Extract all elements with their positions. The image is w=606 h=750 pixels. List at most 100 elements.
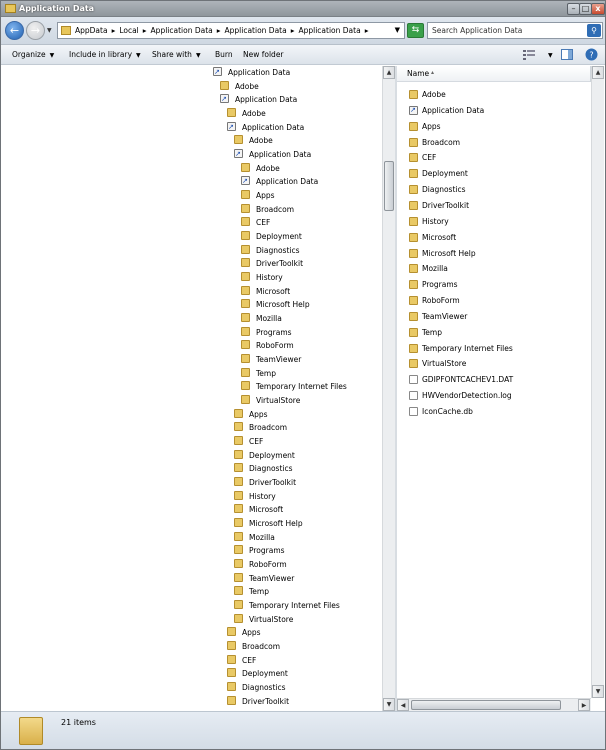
- tree-item[interactable]: Apps: [241, 190, 275, 202]
- tree-item[interactable]: Diagnostics: [241, 244, 300, 257]
- tree-item[interactable]: Adobe: [220, 80, 259, 93]
- list-item[interactable]: HWVendorDetection.log3/: [397, 388, 591, 404]
- tree-item[interactable]: Mozilla: [241, 313, 282, 325]
- file-list-horizontal-scrollbar[interactable]: ◀ ▶: [397, 698, 591, 711]
- scroll-thumb[interactable]: [384, 161, 394, 211]
- scroll-down-arrow[interactable]: ▼: [383, 698, 395, 711]
- tree-item[interactable]: Diagnostics: [234, 463, 293, 475]
- tree-item[interactable]: CEF: [241, 217, 270, 229]
- tree-item[interactable]: DriverToolkit: [234, 477, 296, 489]
- tree-item[interactable]: Microsoft Help: [241, 299, 310, 311]
- tree-item[interactable]: Deployment: [227, 668, 288, 680]
- new-folder-button[interactable]: New folder: [243, 50, 284, 59]
- list-item[interactable]: CEF3/: [397, 150, 591, 166]
- tree-item[interactable]: CEF: [227, 654, 256, 667]
- tree-item[interactable]: Temporary Internet Files: [234, 600, 340, 612]
- tree-item[interactable]: History: [234, 490, 276, 503]
- list-item[interactable]: Microsoft Help3/: [397, 246, 591, 262]
- breadcrumb-item[interactable]: Local: [119, 26, 138, 35]
- tree-item[interactable]: Adobe: [241, 162, 280, 175]
- tree-item[interactable]: Broadcom: [241, 203, 294, 216]
- list-item[interactable]: IconCache.db3/: [397, 404, 591, 420]
- tree-item[interactable]: Microsoft Help: [234, 518, 303, 530]
- scroll-thumb[interactable]: [411, 700, 561, 710]
- list-item[interactable]: Broadcom3/: [397, 135, 591, 151]
- tree-item[interactable]: RoboForm: [241, 340, 294, 352]
- list-item[interactable]: RoboForm3/: [397, 293, 591, 309]
- breadcrumb-item[interactable]: Application Data: [151, 26, 213, 35]
- view-dropdown[interactable]: ▼: [544, 50, 553, 59]
- scroll-up-arrow[interactable]: ▲: [592, 66, 604, 79]
- preview-pane-icon[interactable]: [561, 49, 573, 60]
- tree-item[interactable]: Temp: [234, 586, 269, 598]
- tree-item[interactable]: Application Data: [241, 175, 318, 188]
- breadcrumb-separator-icon[interactable]: ▸: [365, 26, 369, 35]
- breadcrumb-separator-icon[interactable]: ▸: [291, 26, 295, 35]
- tree-item[interactable]: TeamViewer: [241, 354, 301, 366]
- list-item[interactable]: VirtualStore3/: [397, 356, 591, 372]
- share-with-button[interactable]: Share with ▼: [152, 50, 201, 59]
- tree-item[interactable]: VirtualStore: [234, 613, 293, 626]
- tree-item[interactable]: Adobe: [227, 108, 266, 120]
- tree-item[interactable]: Apps: [234, 408, 268, 421]
- address-bar[interactable]: AppData ▸ Local ▸ Application Data ▸ Applicati…: [57, 22, 405, 39]
- list-item[interactable]: Adobe3/: [397, 87, 591, 103]
- search-icon[interactable]: ⚲: [587, 24, 601, 37]
- help-icon[interactable]: ?: [585, 48, 598, 61]
- list-item[interactable]: Temp3/: [397, 325, 591, 341]
- tree-item[interactable]: Diagnostics: [227, 682, 286, 694]
- burn-button[interactable]: Burn: [215, 50, 233, 59]
- scroll-down-arrow[interactable]: ▼: [592, 685, 604, 698]
- title-bar[interactable]: Application Data – □ x: [1, 1, 605, 17]
- tree-item[interactable]: Application Data: [227, 121, 304, 134]
- list-item[interactable]: Apps3/: [397, 119, 591, 135]
- tree-item[interactable]: Deployment: [241, 231, 302, 243]
- tree-item[interactable]: Microsoft: [241, 285, 290, 298]
- tree-item[interactable]: Broadcom: [227, 641, 280, 653]
- tree-item[interactable]: Mozilla: [234, 531, 275, 544]
- list-item[interactable]: Application Data3/: [397, 103, 591, 119]
- include-in-library-button[interactable]: Include in library ▼: [69, 50, 141, 59]
- tree-item[interactable]: Broadcom: [234, 422, 287, 434]
- tree-item[interactable]: TeamViewer: [234, 572, 294, 585]
- chevron-down-icon[interactable]: ▼: [395, 26, 400, 34]
- file-list-scrollbar[interactable]: ▲ ▼: [591, 66, 604, 698]
- forward-button[interactable]: →: [26, 21, 45, 40]
- list-item[interactable]: DriverToolkit3/: [397, 198, 591, 214]
- tree-item[interactable]: History: [241, 272, 283, 284]
- tree-item[interactable]: Programs: [241, 326, 292, 339]
- file-list[interactable]: Name ▴ Da Adobe3/Application Data3/Apps3…: [397, 66, 591, 698]
- list-item[interactable]: History3/: [397, 214, 591, 230]
- list-item[interactable]: Mozilla3/: [397, 261, 591, 277]
- list-item[interactable]: Diagnostics3/: [397, 182, 591, 198]
- tree-item[interactable]: DriverToolkit: [227, 695, 289, 708]
- tree-item[interactable]: CEF: [234, 436, 263, 448]
- tree-item[interactable]: Adobe: [234, 135, 273, 147]
- tree-item[interactable]: Microsoft: [234, 504, 283, 516]
- view-options-icon[interactable]: [523, 49, 535, 60]
- search-box[interactable]: Search Application Data ⚲: [427, 22, 603, 39]
- list-item[interactable]: Microsoft3/: [397, 230, 591, 246]
- tree-item[interactable]: Temporary Internet Files: [241, 381, 347, 393]
- scroll-right-arrow[interactable]: ▶: [578, 699, 590, 711]
- breadcrumb-item[interactable]: Application Data: [298, 26, 360, 35]
- navigation-scrollbar[interactable]: ▲ ▼: [382, 66, 395, 711]
- tree-item[interactable]: VirtualStore: [241, 395, 300, 407]
- tree-item[interactable]: Application Data: [213, 66, 290, 79]
- recent-pages-dropdown[interactable]: ▼: [47, 27, 52, 34]
- organize-button[interactable]: Organize ▼: [12, 50, 54, 59]
- list-item[interactable]: Temporary Internet Files3/: [397, 341, 591, 357]
- tree-item[interactable]: Application Data: [220, 93, 297, 106]
- search-input[interactable]: Search Application Data: [432, 26, 522, 35]
- breadcrumb-separator-icon[interactable]: ▸: [143, 26, 147, 35]
- list-item[interactable]: TeamViewer3/: [397, 309, 591, 325]
- navigation-pane[interactable]: Application Data Adobe Application Data Ado…: [1, 66, 382, 711]
- breadcrumb-item[interactable]: AppData: [75, 26, 108, 35]
- tree-item[interactable]: DriverToolkit: [241, 258, 303, 270]
- refresh-button[interactable]: ⇆: [407, 23, 424, 38]
- name-column-header[interactable]: Name: [407, 69, 429, 78]
- list-item[interactable]: Programs3/: [397, 277, 591, 293]
- scroll-left-arrow[interactable]: ◀: [397, 699, 409, 711]
- breadcrumb-separator-icon[interactable]: ▸: [112, 26, 116, 35]
- list-item[interactable]: Deployment3/: [397, 166, 591, 182]
